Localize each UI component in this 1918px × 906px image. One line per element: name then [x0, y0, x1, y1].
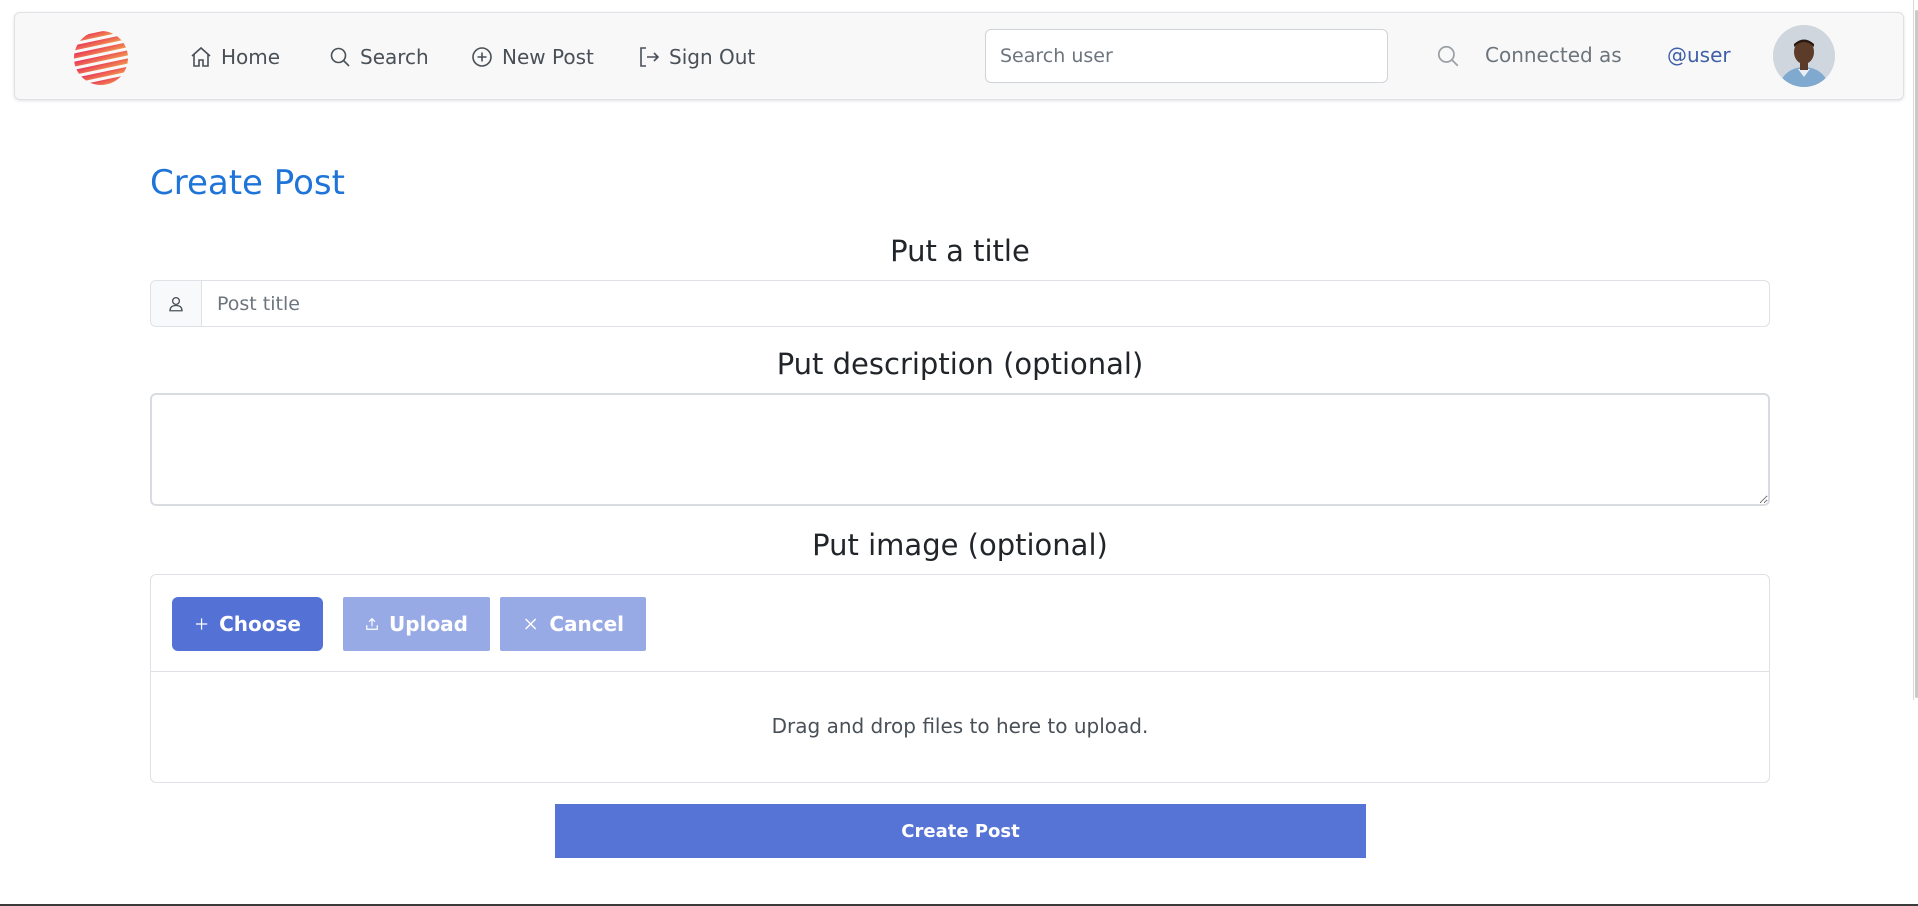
post-title-input[interactable]: [202, 281, 1769, 326]
avatar-image: [1773, 25, 1835, 87]
page-title: Create Post: [150, 163, 345, 203]
home-icon: [191, 46, 211, 67]
user-icon: [169, 296, 183, 311]
post-title-field: [150, 280, 1770, 327]
search-user-icon[interactable]: [1435, 43, 1461, 69]
nav-sign-out-link[interactable]: Sign Out: [637, 43, 755, 71]
connected-as-label: Connected as: [1485, 43, 1622, 67]
upload-button[interactable]: Upload: [343, 597, 490, 651]
choose-button-label: Choose: [219, 612, 301, 636]
plus-icon: [195, 618, 208, 630]
close-icon: [525, 618, 537, 630]
sign-out-icon: [640, 47, 660, 67]
image-section-label: Put image (optional): [812, 528, 1108, 562]
nav-new-post-label: New Post: [502, 45, 594, 69]
window-top-edge: [0, 0, 1918, 10]
dropzone-hint[interactable]: Drag and drop files to here to upload.: [151, 714, 1769, 738]
search-icon: [330, 47, 350, 67]
choose-button[interactable]: Choose: [172, 597, 323, 651]
description-section-label: Put description (optional): [776, 347, 1144, 381]
cancel-button[interactable]: Cancel: [500, 597, 646, 651]
nav-home-link[interactable]: Home: [189, 43, 280, 71]
upload-toolbar: Choose Upload Cancel: [151, 575, 1769, 672]
page-scrollbar[interactable]: [1913, 0, 1918, 700]
upload-button-label: Upload: [389, 612, 468, 636]
cancel-button-label: Cancel: [549, 612, 624, 636]
plus-circle-icon: [472, 47, 492, 67]
avatar[interactable]: [1773, 25, 1835, 87]
upload-icon: [366, 617, 378, 630]
nav-sign-out-label: Sign Out: [669, 45, 756, 69]
file-upload-panel: Choose Upload Cancel Drag and drop files…: [150, 574, 1770, 783]
nav-home-label: Home: [221, 45, 281, 69]
title-field-addon: [151, 281, 202, 326]
search-user-input[interactable]: [985, 29, 1388, 83]
app-logo[interactable]: [72, 29, 130, 87]
nav-search-link[interactable]: Search: [328, 43, 429, 71]
create-post-button[interactable]: Create Post: [555, 804, 1366, 858]
title-section-label: Put a title: [890, 234, 1030, 268]
nav-new-post-link[interactable]: New Post: [470, 43, 594, 71]
username-link[interactable]: @user: [1667, 43, 1731, 67]
description-textarea[interactable]: [150, 393, 1770, 506]
top-navbar: Home Search New Post Sign Out Connected …: [14, 12, 1904, 100]
nav-search-label: Search: [360, 45, 429, 69]
